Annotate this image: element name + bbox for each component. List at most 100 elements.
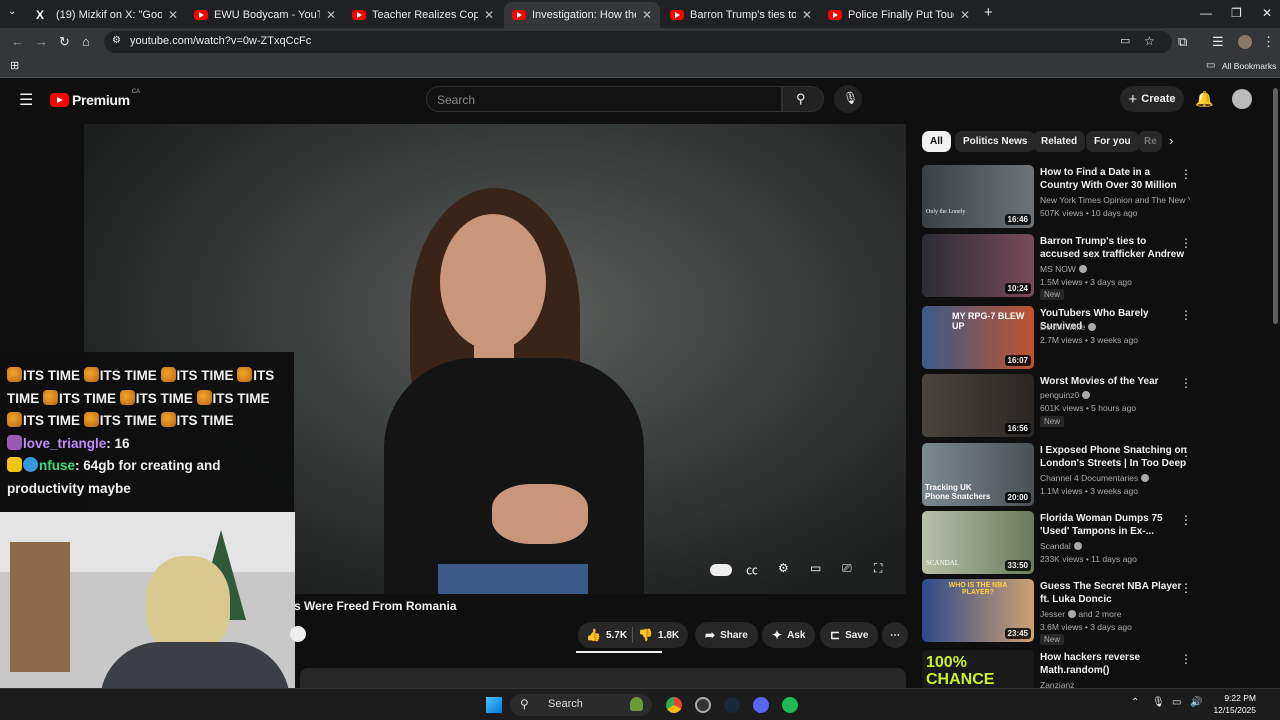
recommended-video[interactable]: 16:56 Worst Movies of the Year penguinz0… — [922, 374, 1192, 438]
microphone-tray-icon[interactable]: 🎙 — [1152, 697, 1165, 708]
close-icon[interactable]: ✕ — [484, 8, 494, 22]
browser-tab[interactable]: Barron Trump's ties to accused ✕ — [662, 2, 820, 28]
recommended-video[interactable]: SCANDAL 33:50 Florida Woman Dumps 75 'Us… — [922, 511, 1192, 575]
reading-list-icon[interactable]: ☰ — [1212, 34, 1224, 50]
more-vert-icon[interactable]: ⋮ — [1180, 167, 1192, 181]
close-icon[interactable]: ✕ — [326, 8, 336, 22]
video-thumbnail[interactable]: WHO IS THE NBA PLAYER? 23:45 — [922, 579, 1034, 642]
more-vert-icon[interactable]: ⋮ — [1180, 652, 1192, 666]
recommended-video[interactable]: Tracking UK Phone Snatchers 20:00 I Expo… — [922, 443, 1192, 507]
tray-chevron-icon[interactable]: ⌃ — [1131, 697, 1139, 708]
notifications-bell-icon[interactable]: 🔔 — [1195, 90, 1214, 108]
recommended-video[interactable]: WHO IS THE NBA PLAYER? 23:45 Guess The S… — [922, 579, 1192, 645]
video-thumbnail[interactable]: Only the Lonely 16:46 — [922, 165, 1034, 228]
hamburger-menu-icon[interactable]: ☰ — [19, 90, 33, 110]
system-clock[interactable]: 9:22 PM 12/15/2025 — [1212, 692, 1256, 716]
chip-related[interactable]: Related — [1033, 131, 1086, 152]
fullscreen-icon[interactable]: ⛶ — [874, 561, 882, 576]
more-vert-icon[interactable]: ⋮ — [1180, 308, 1192, 322]
video-thumbnail[interactable]: Tracking UK Phone Snatchers 20:00 — [922, 443, 1034, 506]
cast-icon[interactable]: ⎚ — [842, 561, 852, 576]
maximize-icon[interactable]: ❐ — [1231, 6, 1242, 20]
page-scrollbar[interactable] — [1273, 88, 1278, 324]
channel-name[interactable]: Doctor Mike — [1040, 322, 1190, 332]
profile-avatar[interactable] — [1238, 35, 1252, 49]
more-vert-icon[interactable]: ⋮ — [1180, 445, 1192, 459]
more-vert-icon[interactable]: ⋮ — [1180, 236, 1192, 250]
network-icon[interactable]: ▭ — [1172, 697, 1181, 708]
channel-name[interactable]: New York Times Opinion and The New Y... — [1040, 195, 1190, 205]
browser-tab[interactable]: EWU Bodycam - YouTube ✕ — [186, 2, 344, 28]
channel-avatar[interactable] — [290, 626, 306, 642]
search-button[interactable]: ⚲ — [782, 86, 824, 112]
forward-icon[interactable]: → — [35, 34, 48, 49]
chip-partial[interactable]: Re — [1138, 131, 1162, 152]
chevron-right-icon[interactable]: › — [1169, 133, 1173, 148]
browser-tab[interactable]: Teacher Realizes Cops Discover ✕ — [344, 2, 502, 28]
recommended-video[interactable]: MY RPG-7 BLEW UP 16:07 YouTubers Who Bar… — [922, 306, 1192, 370]
more-actions-button[interactable]: ⋯ — [882, 622, 908, 648]
home-icon[interactable]: ⌂ — [82, 34, 90, 49]
youtube-logo[interactable]: Premium CA — [50, 89, 140, 108]
dislike-button[interactable]: 👎 1.8K — [638, 628, 679, 642]
volume-icon[interactable]: 🔊 — [1190, 697, 1202, 708]
close-icon[interactable]: ✕ — [642, 8, 652, 22]
close-icon[interactable]: ✕ — [802, 8, 812, 22]
autoplay-toggle[interactable] — [710, 564, 732, 576]
video-thumbnail[interactable]: SCANDAL 33:50 — [922, 511, 1034, 574]
recommended-video[interactable]: 10:24 Barron Trump's ties to accused sex… — [922, 234, 1192, 300]
channel-name[interactable]: MS NOW — [1040, 264, 1190, 274]
share-button[interactable]: ➦ Share — [695, 622, 758, 648]
reload-icon[interactable]: ↻ — [59, 34, 70, 50]
chrome-menu-icon[interactable]: ⋮ — [1262, 34, 1275, 50]
theater-mode-icon[interactable]: ▭ — [810, 561, 821, 575]
description-box[interactable] — [300, 668, 906, 688]
create-button[interactable]: + Create — [1120, 86, 1184, 112]
search-input[interactable]: Search — [426, 86, 782, 112]
voice-search-button[interactable]: 🎙 — [834, 85, 862, 113]
recommended-video[interactable]: Only the Lonely 16:46 How to Find a Date… — [922, 165, 1192, 229]
save-button[interactable]: ⊏ Save — [820, 622, 879, 648]
more-vert-icon[interactable]: ⋮ — [1180, 581, 1192, 595]
more-vert-icon[interactable]: ⋮ — [1180, 513, 1192, 527]
ask-button[interactable]: ✦ Ask — [762, 622, 816, 648]
settings-gear-icon[interactable]: ⚙ — [778, 561, 789, 575]
taskbar-search[interactable]: ⚲ Search — [510, 694, 652, 716]
site-info-icon[interactable]: ⚙ — [112, 35, 121, 46]
all-bookmarks-link[interactable]: All Bookmarks — [1222, 61, 1276, 71]
channel-name[interactable]: Scandal — [1040, 541, 1190, 551]
chip-for-you[interactable]: For you — [1086, 131, 1139, 152]
browser-tab-active[interactable]: Investigation: How the Tate Bro ✕ — [504, 2, 660, 28]
steam-icon[interactable] — [724, 697, 740, 713]
close-icon[interactable]: ✕ — [168, 8, 178, 22]
video-thumbnail[interactable]: 16:56 — [922, 374, 1034, 437]
windows-start-icon[interactable] — [486, 697, 502, 713]
back-icon[interactable]: ← — [11, 34, 24, 49]
spotify-icon[interactable] — [782, 697, 798, 713]
subtitles-icon[interactable]: ㏄ — [746, 561, 758, 578]
channel-name[interactable]: Channel 4 Documentaries — [1040, 473, 1190, 483]
bookmark-star-icon[interactable]: ☆ — [1144, 34, 1155, 48]
install-app-icon[interactable]: ▭ — [1120, 34, 1130, 47]
apps-grid-icon[interactable]: ⊞ — [10, 59, 19, 72]
channel-name[interactable]: Zanzianz — [1040, 680, 1190, 688]
recommended-video[interactable]: 100% CHANCE How hackers reverse Math.ran… — [922, 650, 1192, 688]
user-avatar[interactable] — [1232, 89, 1252, 109]
window-close-icon[interactable]: ✕ — [1262, 6, 1272, 20]
browser-tab[interactable]: Police Finally Put Tough Guy in ✕ — [820, 2, 978, 28]
close-icon[interactable]: ✕ — [960, 8, 970, 22]
extensions-icon[interactable]: ⧉ — [1178, 34, 1187, 50]
tab-search-icon[interactable]: ⌄ — [8, 6, 16, 17]
browser-tab[interactable]: X (19) Mizkif on X: "Goodbye Twi ✕ — [28, 2, 186, 28]
video-thumbnail[interactable]: 100% CHANCE — [922, 650, 1034, 688]
app-icon[interactable] — [695, 697, 711, 713]
channel-name[interactable]: penguinz0 — [1040, 390, 1190, 400]
chip-all[interactable]: All — [922, 131, 951, 152]
discord-icon[interactable] — [753, 697, 769, 713]
more-vert-icon[interactable]: ⋮ — [1180, 376, 1192, 390]
like-button[interactable]: 👍 5.7K — [586, 628, 627, 642]
chip-politics-news[interactable]: Politics News — [955, 131, 1036, 152]
channel-name[interactable]: Jesser and 2 more — [1040, 609, 1190, 619]
omnibox[interactable]: ⚙ youtube.com/watch?v=0w-ZTxqCcFc ▭ ☆ — [104, 31, 1172, 53]
new-tab-icon[interactable]: + — [984, 4, 993, 21]
